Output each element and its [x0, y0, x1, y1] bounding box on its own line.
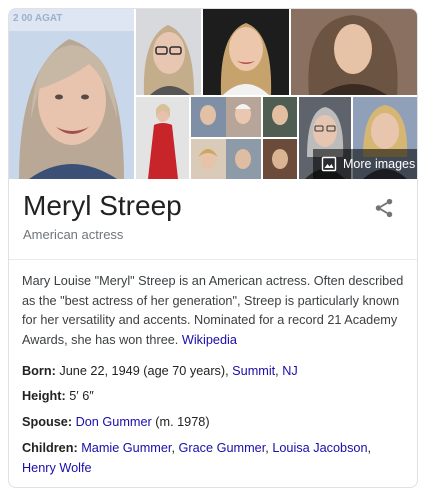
fact-children: Children: Mamie Gummer, Grace Gummer, Lo… — [22, 439, 406, 478]
photo-collage-3[interactable] — [263, 97, 297, 137]
child-link[interactable]: Grace Gummer — [179, 441, 266, 455]
born-state-link[interactable]: NJ — [282, 364, 298, 378]
fact-height-value: 5′ 6″ — [69, 389, 94, 403]
child-link[interactable]: Mamie Gummer — [81, 441, 171, 455]
fact-spouse-detail: (m. 1978) — [155, 415, 210, 429]
born-city-link[interactable]: Summit — [232, 364, 275, 378]
photo-portrait-dark[interactable] — [203, 9, 289, 95]
description: Mary Louise "Meryl" Streep is an America… — [22, 272, 406, 350]
fact-born-label: Born: — [22, 364, 56, 378]
more-images-button[interactable]: More images — [313, 149, 417, 179]
image-gallery: 2 00 AGAT More images — [9, 9, 417, 179]
child-link[interactable]: Henry Wolfe — [22, 461, 92, 475]
entity-title: Meryl Streep — [23, 190, 182, 221]
main-photo[interactable]: 2 00 AGAT — [9, 9, 134, 179]
wikipedia-link[interactable]: Wikipedia — [182, 333, 237, 347]
share-icon[interactable] — [373, 197, 395, 219]
photo-red-dress[interactable] — [136, 97, 189, 179]
photo-glasses[interactable] — [136, 9, 201, 95]
fact-children-label: Children: — [22, 441, 78, 455]
knowledge-panel: 2 00 AGAT More images Meryl Streep Ameri… — [8, 8, 418, 488]
child-sep: , — [171, 441, 175, 455]
section-divider — [9, 259, 417, 260]
photo-collage-4[interactable] — [263, 139, 297, 179]
more-images-label: More images — [343, 157, 416, 171]
fact-born: Born: June 22, 1949 (age 70 years), Summ… — [22, 362, 406, 382]
fact-spouse-label: Spouse: — [22, 415, 73, 429]
photo-collage-2[interactable] — [191, 139, 261, 179]
photo-young[interactable] — [291, 9, 417, 95]
watermark-text: 2 00 AGAT — [13, 13, 62, 24]
fact-spouse: Spouse: Don Gummer (m. 1978) — [22, 413, 406, 433]
child-link[interactable]: Louisa Jacobson — [272, 441, 367, 455]
fact-height-label: Height: — [22, 389, 66, 403]
child-sep: , — [265, 441, 269, 455]
born-place-sep: , — [275, 364, 279, 378]
image-icon — [321, 156, 337, 172]
spouse-link[interactable]: Don Gummer — [76, 415, 152, 429]
fact-height: Height: 5′ 6″ — [22, 387, 406, 407]
photo-collage-1[interactable] — [191, 97, 261, 137]
entity-subtitle: American actress — [23, 227, 124, 242]
fact-born-value: June 22, 1949 (age 70 years), — [59, 364, 229, 378]
child-sep: , — [367, 441, 372, 455]
